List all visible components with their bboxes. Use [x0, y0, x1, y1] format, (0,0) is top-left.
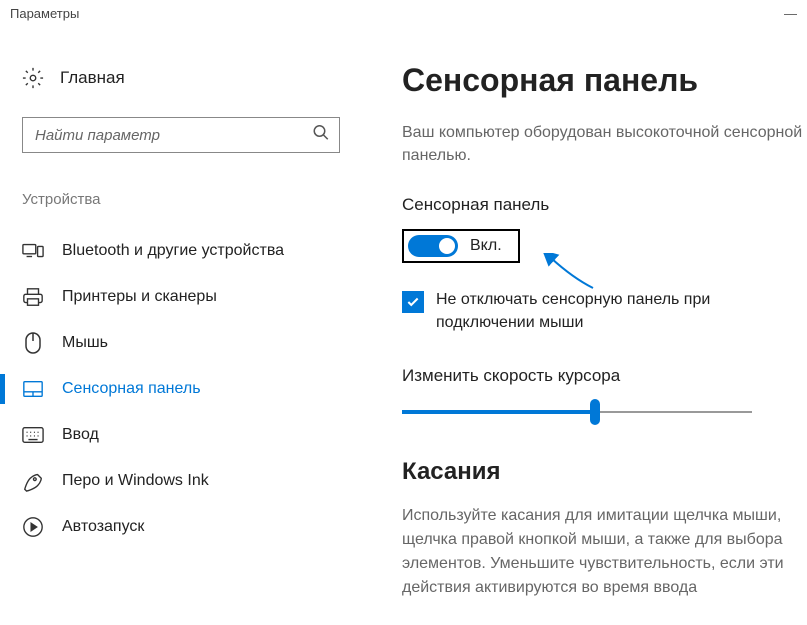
sidebar-item-label: Мышь: [62, 334, 108, 352]
window-title: Параметры: [10, 6, 79, 21]
sidebar-item-label: Принтеры и сканеры: [62, 288, 217, 306]
printer-icon: [22, 286, 44, 308]
touchpad-toggle-highlight: Вкл.: [402, 229, 520, 263]
toggle-state: Вкл.: [470, 237, 502, 255]
search-icon: [312, 124, 330, 147]
sidebar-item-label: Перо и Windows Ink: [62, 472, 209, 490]
gear-icon: [22, 67, 44, 89]
sidebar-item-label: Ввод: [62, 426, 99, 444]
home-label: Главная: [60, 68, 125, 88]
slider-thumb[interactable]: [590, 399, 600, 425]
minimize-button[interactable]: —: [784, 6, 797, 21]
settings-sidebar: Главная Устройства Bluetooth и другие ус…: [22, 27, 372, 622]
search-input[interactable]: [22, 117, 340, 153]
sidebar-item-bluetooth[interactable]: Bluetooth и другие устройства: [0, 228, 372, 274]
taps-heading: Касания: [402, 458, 807, 486]
titlebar: Параметры —: [0, 0, 807, 27]
sidebar-item-label: Автозапуск: [62, 518, 144, 536]
settings-main: Сенсорная панель Ваш компьютер оборудова…: [372, 27, 807, 622]
keyboard-icon: [22, 424, 44, 446]
sidebar-item-autoplay[interactable]: Автозапуск: [0, 504, 372, 550]
touchpad-toggle-label: Сенсорная панель: [402, 195, 807, 215]
devices-icon: [22, 240, 44, 262]
sidebar-item-touchpad[interactable]: Сенсорная панель: [0, 366, 372, 412]
sidebar-item-label: Сенсорная панель: [62, 380, 201, 398]
cursor-speed-slider[interactable]: [402, 402, 752, 422]
sidebar-item-label: Bluetooth и другие устройства: [62, 242, 284, 260]
page-description: Ваш компьютер оборудован высокоточной се…: [402, 121, 807, 167]
checkbox-label: Не отключать сенсорную панель при подклю…: [436, 289, 807, 334]
touchpad-icon: [22, 378, 44, 400]
mouse-icon: [22, 332, 44, 354]
home-link[interactable]: Главная: [22, 67, 372, 89]
leave-on-checkbox[interactable]: [402, 291, 424, 313]
sidebar-item-pen[interactable]: Перо и Windows Ink: [0, 458, 372, 504]
category-heading: Устройства: [22, 191, 372, 208]
autoplay-icon: [22, 516, 44, 538]
sidebar-item-printers[interactable]: Принтеры и сканеры: [0, 274, 372, 320]
cursor-speed-label: Изменить скорость курсора: [402, 366, 807, 386]
taps-description: Используйте касания для имитации щелчка …: [402, 504, 807, 600]
pen-icon: [22, 470, 44, 492]
sidebar-item-mouse[interactable]: Мышь: [0, 320, 372, 366]
touchpad-toggle[interactable]: [408, 235, 458, 257]
sidebar-item-typing[interactable]: Ввод: [0, 412, 372, 458]
page-title: Сенсорная панель: [402, 62, 807, 99]
